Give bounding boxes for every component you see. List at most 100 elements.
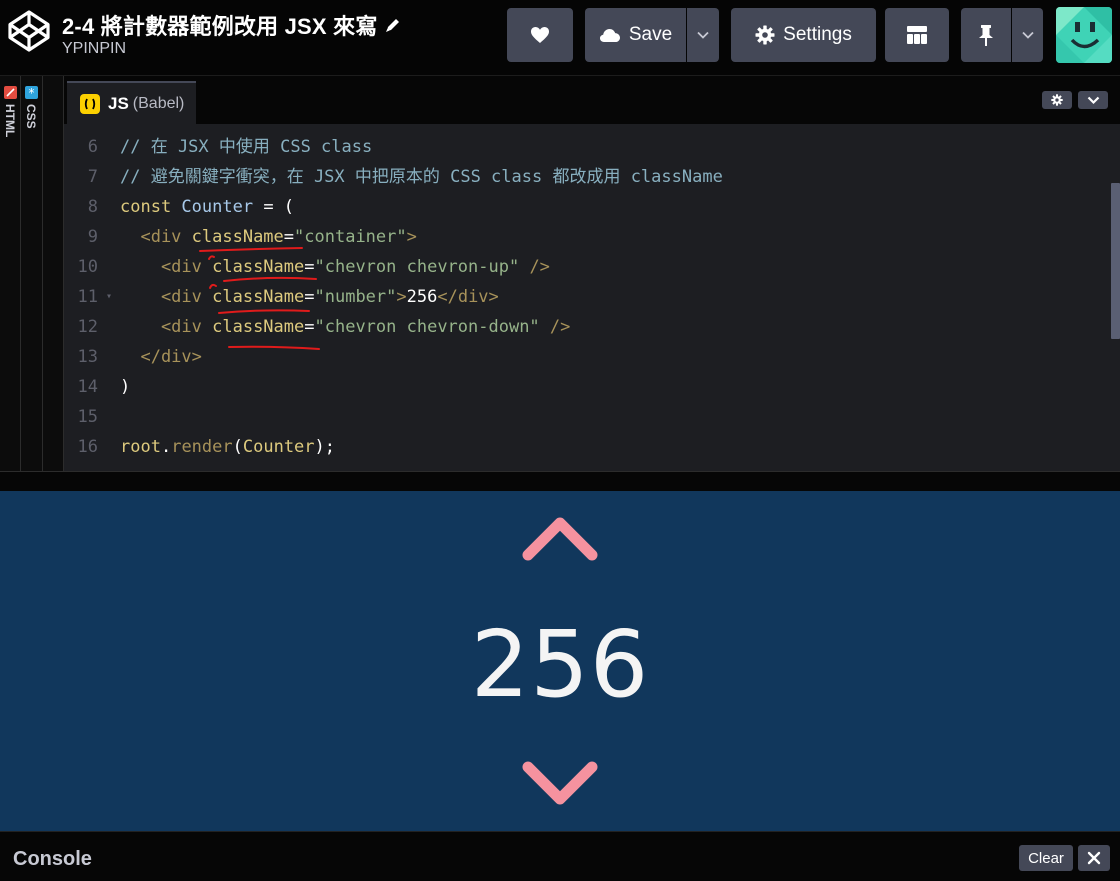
code-token: . bbox=[160, 437, 172, 457]
code-token: > bbox=[406, 227, 417, 247]
html-editor-tab[interactable]: HTML bbox=[0, 76, 21, 471]
line-number: 6 bbox=[87, 137, 98, 157]
line-number: 13 bbox=[77, 347, 98, 367]
save-dropdown-button[interactable] bbox=[687, 8, 719, 62]
line-number: 12 bbox=[77, 317, 98, 337]
pin-button[interactable] bbox=[961, 8, 1011, 62]
result-preview: 256 bbox=[0, 491, 1120, 831]
html-icon bbox=[4, 86, 17, 99]
code-token: "chevron chevron-up" bbox=[314, 257, 520, 277]
line-number: 15 bbox=[77, 407, 98, 427]
code-line[interactable]: 10 <div className="chevron chevron-up" /… bbox=[64, 252, 1104, 282]
chevron-down-icon bbox=[697, 31, 709, 39]
pin-dropdown-button[interactable] bbox=[1012, 8, 1043, 62]
code-text: <div className="chevron chevron-up" /> bbox=[120, 252, 550, 282]
console-title[interactable]: Console bbox=[13, 848, 92, 871]
pen-title[interactable]: 2-4 將計數器範例改用 JSX 來寫 bbox=[62, 9, 378, 41]
code-token: root bbox=[120, 437, 161, 457]
gear-icon bbox=[1051, 94, 1063, 106]
code-token: Counter bbox=[181, 197, 254, 217]
code-token: = bbox=[304, 317, 315, 337]
code-line[interactable]: 11 ▾ <div className="number">256</div> bbox=[64, 282, 1104, 312]
code-token: <div bbox=[120, 287, 213, 307]
code-area[interactable]: 5 6 // 在 JSX 中使用 CSS class 7 // 避免關鍵字衝突，在 JS… bbox=[64, 124, 1109, 471]
pen-author[interactable]: YPINPIN bbox=[62, 40, 126, 58]
settings-button[interactable]: Settings bbox=[731, 8, 876, 62]
code-token: "chevron chevron-down" bbox=[314, 317, 540, 337]
code-token: 256 bbox=[406, 287, 438, 307]
editor-tabbar: JS (Babel) bbox=[64, 76, 1120, 124]
panel-resizer[interactable] bbox=[0, 471, 1120, 491]
code-token: <div bbox=[120, 257, 213, 277]
code-text: ) bbox=[120, 372, 130, 402]
code-token: className bbox=[212, 257, 305, 277]
line-number: 8 bbox=[87, 197, 98, 217]
settings-label: Settings bbox=[783, 24, 852, 45]
code-token: = bbox=[283, 227, 295, 247]
svg-text:*: * bbox=[29, 86, 35, 99]
code-line[interactable]: 7 // 避免關鍵字衝突，在 JSX 中把原本的 CSS class 都改成用 c… bbox=[64, 162, 1104, 192]
code-token: // 避免關鍵字衝突，在 JSX 中把原本的 CSS class 都改成用 cl… bbox=[120, 167, 723, 187]
code-line[interactable]: 16 root.render(Counter); bbox=[64, 432, 1104, 462]
editor-scrollbar[interactable] bbox=[1111, 183, 1120, 339]
line-number: 5 bbox=[64, 124, 98, 132]
top-header: 2-4 將計數器範例改用 JSX 來寫 YPINPIN Save Setting… bbox=[0, 0, 1120, 76]
code-line[interactable]: 15 bbox=[64, 402, 1104, 432]
code-text: </div> bbox=[120, 342, 202, 372]
console-bar: Console Clear bbox=[0, 831, 1120, 881]
code-token: /> bbox=[539, 317, 571, 337]
user-avatar[interactable] bbox=[1056, 7, 1112, 63]
js-tab-preprocessor: (Babel) bbox=[132, 94, 185, 112]
css-editor-tab[interactable]: * CSS bbox=[21, 76, 43, 471]
code-line[interactable]: 12 <div className="chevron chevron-down"… bbox=[64, 312, 1104, 342]
code-token: /> bbox=[519, 257, 550, 277]
code-line[interactable]: 8 const Counter = ( bbox=[64, 192, 1104, 222]
code-token: = bbox=[304, 257, 315, 277]
code-line[interactable]: 5 bbox=[64, 124, 1104, 132]
js-editor-tab[interactable]: JS (Babel) bbox=[67, 81, 196, 124]
code-line[interactable]: 6 // 在 JSX 中使用 CSS class bbox=[64, 132, 1104, 162]
code-token: className bbox=[212, 317, 305, 337]
counter-number: 256 bbox=[470, 611, 650, 718]
pin-icon bbox=[979, 24, 993, 46]
code-token: ( bbox=[232, 437, 243, 457]
console-close-button[interactable] bbox=[1078, 845, 1110, 871]
code-token: </div> bbox=[120, 347, 202, 367]
heart-button[interactable] bbox=[507, 8, 573, 62]
code-text: <div className="container"> bbox=[120, 222, 417, 252]
html-tab-label: HTML bbox=[3, 104, 17, 138]
code-token: className bbox=[191, 227, 284, 247]
js-tab-label: JS bbox=[108, 93, 129, 113]
code-token: ); bbox=[314, 437, 336, 457]
editor-options-dropdown[interactable] bbox=[1078, 91, 1108, 109]
code-token: <div bbox=[120, 317, 213, 337]
fold-arrow-icon[interactable]: ▾ bbox=[106, 282, 112, 312]
code-line[interactable]: 14) bbox=[64, 372, 1104, 402]
code-text: // 避免關鍵字衝突，在 JSX 中把原本的 CSS class 都改成用 cl… bbox=[120, 162, 723, 192]
chevron-up-icon[interactable] bbox=[521, 515, 599, 563]
line-number: 10 bbox=[77, 257, 98, 277]
code-line[interactable]: 9 <div className="container"> bbox=[64, 222, 1104, 252]
code-text: <div className="chevron chevron-down" /> bbox=[120, 312, 570, 342]
pen-title-row: 2-4 將計數器範例改用 JSX 來寫 bbox=[62, 9, 402, 41]
save-button[interactable]: Save bbox=[585, 8, 686, 62]
code-token: = ( bbox=[253, 197, 295, 217]
code-line[interactable]: 13 </div> bbox=[64, 342, 1104, 372]
code-token: </div> bbox=[437, 287, 499, 307]
line-number: 9 bbox=[87, 227, 98, 247]
js-icon bbox=[80, 93, 100, 114]
js-editor-panel: JS (Babel) 5 6 // 在 JSX 中使用 CSS class 7 // 避… bbox=[64, 76, 1120, 471]
console-clear-button[interactable]: Clear bbox=[1019, 845, 1073, 871]
pencil-icon[interactable] bbox=[384, 16, 402, 34]
gear-icon bbox=[755, 25, 775, 45]
layout-grid-icon bbox=[907, 26, 927, 44]
codepen-logo-icon[interactable] bbox=[6, 8, 52, 54]
code-token: "container" bbox=[294, 227, 407, 247]
heart-icon bbox=[531, 27, 549, 43]
code-token: const bbox=[120, 197, 182, 217]
save-label: Save bbox=[628, 24, 673, 45]
editor-settings-button[interactable] bbox=[1042, 91, 1072, 109]
change-view-button[interactable] bbox=[885, 8, 949, 62]
chevron-down-icon[interactable] bbox=[521, 759, 599, 807]
code-token: = bbox=[304, 287, 315, 307]
